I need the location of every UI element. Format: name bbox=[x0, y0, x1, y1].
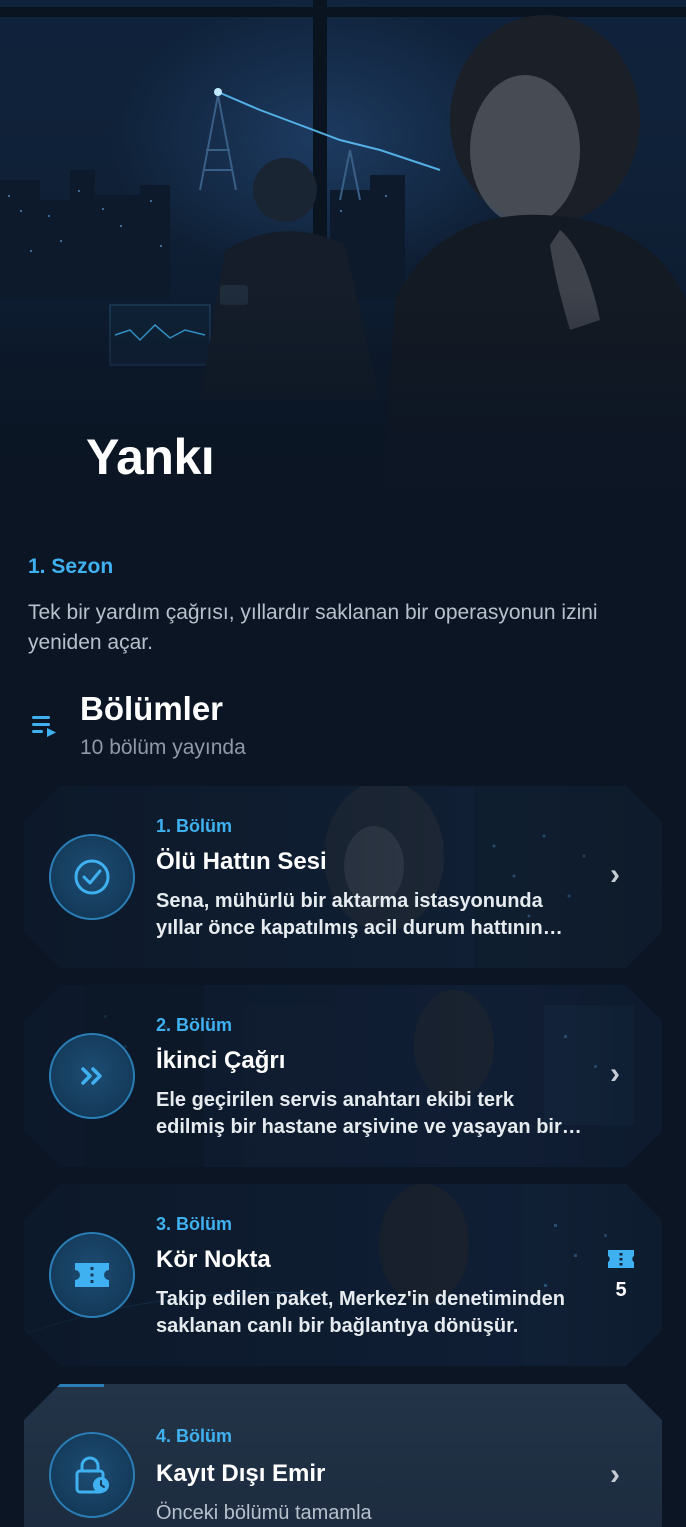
show-synopsis: Tek bir yardım çağrısı, yıllardır saklan… bbox=[28, 601, 598, 654]
episode-card-1[interactable]: 1. Bölüm Ölü Hattın Sesi Sena, mühürlü b… bbox=[24, 786, 662, 968]
ticket-icon bbox=[607, 1250, 635, 1274]
episode-number: 2. Bölüm bbox=[156, 1015, 233, 1035]
episode-title: Kayıt Dışı Emir bbox=[156, 1460, 326, 1487]
chevron-right-icon: › bbox=[610, 858, 620, 891]
episode-title: Kör Nokta bbox=[156, 1246, 271, 1273]
episode-number: 4. Bölüm bbox=[156, 1426, 233, 1446]
ticket-badge: 5 bbox=[606, 1248, 636, 1302]
season-label[interactable]: 1. Sezon bbox=[28, 555, 113, 579]
episode-card-4[interactable]: 4. Bölüm Kayıt Dışı Emir Önceki bölümü t… bbox=[24, 1384, 662, 1527]
episode-description: Takip edilen paket, Merkez'in denetimind… bbox=[156, 1288, 565, 1337]
episode-description: Sena, mühürlü bir aktarma istasyonunda y… bbox=[156, 890, 543, 939]
episode-title: İkinci Çağrı bbox=[156, 1047, 286, 1074]
chevron-right-icon: › bbox=[610, 1458, 620, 1491]
show-title: Yankı bbox=[86, 429, 215, 485]
progress-indicator bbox=[56, 1384, 104, 1387]
ticket-count: 5 bbox=[615, 1279, 627, 1301]
chevron-right-icon: › bbox=[610, 1057, 620, 1090]
ticket-icon bbox=[49, 1232, 135, 1318]
episode-card-3[interactable]: 3. Bölüm Kör Nokta Takip edilen paket, M… bbox=[24, 1184, 662, 1366]
playlist-icon bbox=[32, 714, 58, 743]
lock-clock-icon bbox=[49, 1432, 135, 1518]
section-subtitle: 10 bölüm yayında bbox=[80, 736, 246, 759]
episode-number: 1. Bölüm bbox=[156, 816, 233, 836]
check-circle-icon bbox=[49, 834, 135, 920]
section-title: Bölümler bbox=[80, 690, 224, 727]
episode-lock-message: Önceki bölümü tamamla bbox=[156, 1502, 372, 1524]
episode-card-2[interactable]: 2. Bölüm İkinci Çağrı Ele geçirilen serv… bbox=[24, 985, 662, 1167]
double-chevron-icon bbox=[49, 1033, 135, 1119]
episode-title: Ölü Hattın Sesi bbox=[156, 848, 327, 875]
episode-description: Ele geçirilen servis anahtarı ekibi terk… bbox=[156, 1089, 562, 1138]
episode-number: 3. Bölüm bbox=[156, 1214, 233, 1234]
